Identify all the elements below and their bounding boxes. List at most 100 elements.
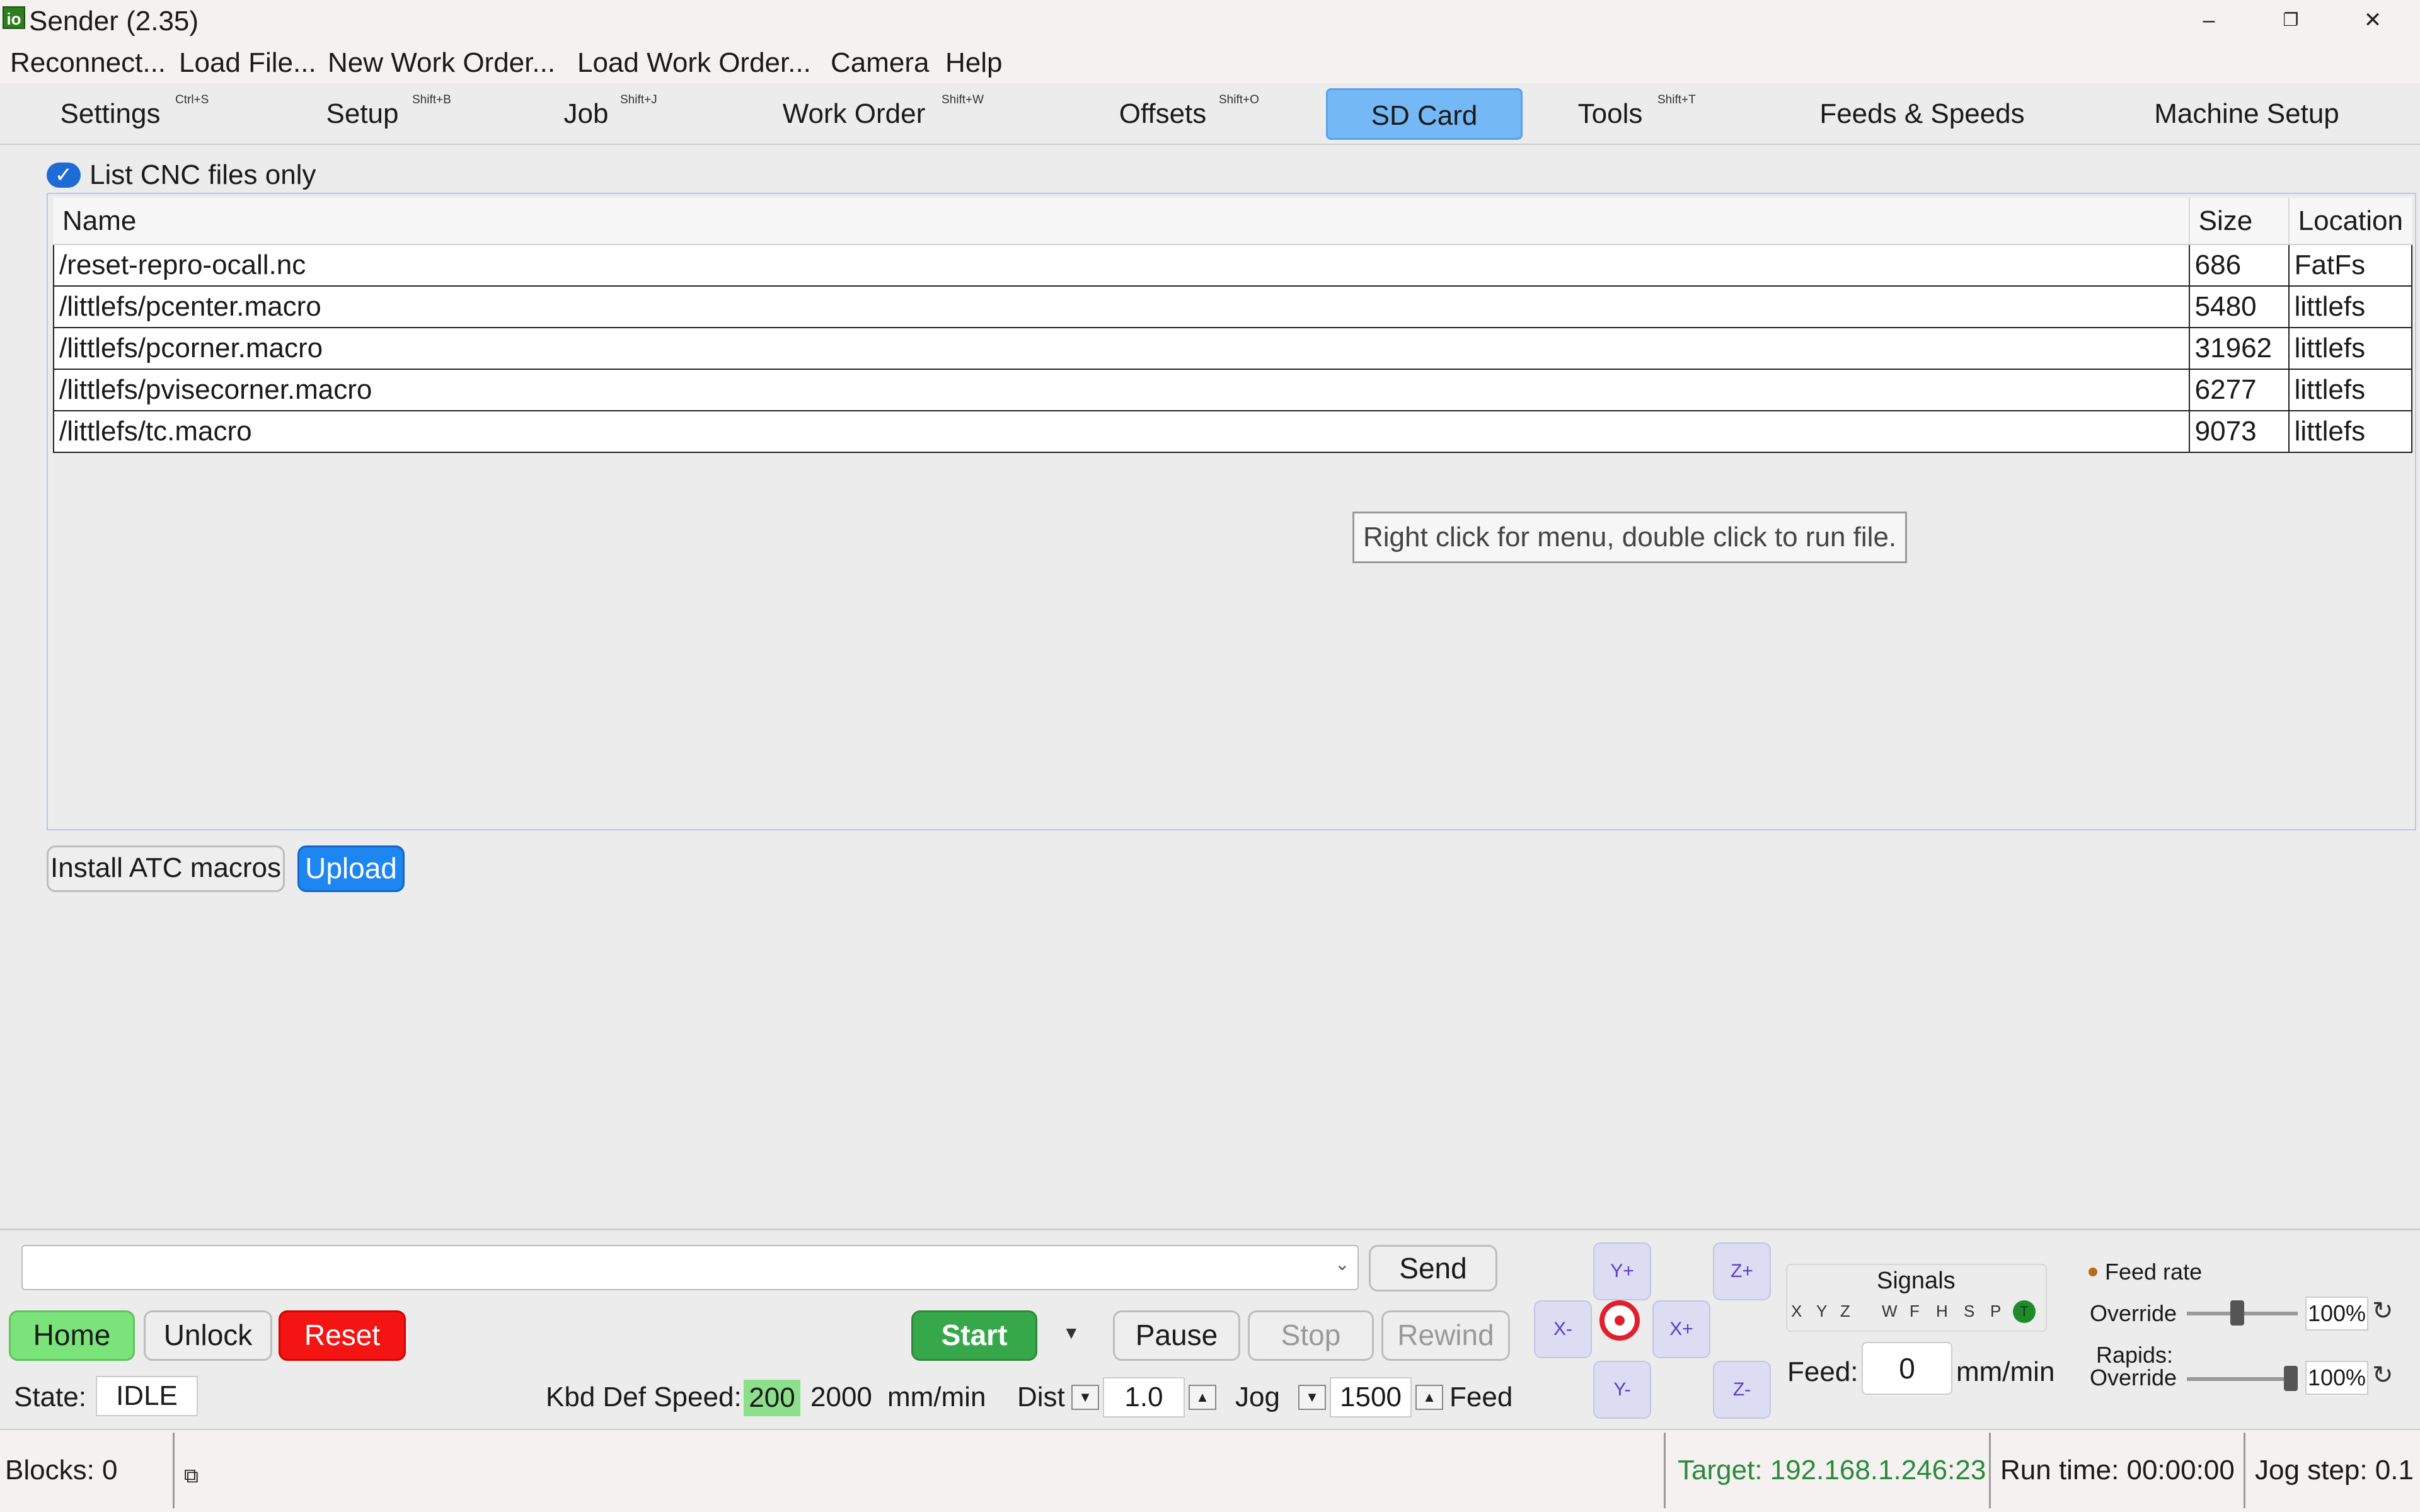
jog-x-minus-button[interactable]: X-	[1534, 1300, 1592, 1358]
window-title: Sender (2.35)	[29, 6, 199, 37]
menu-load-work-order[interactable]: Load Work Order...	[577, 45, 811, 81]
file-name[interactable]: /reset-repro-ocall.nc	[53, 244, 2190, 287]
list-cnc-files-checkbox[interactable]: ✓	[47, 163, 81, 188]
feed-override-label: Override	[2090, 1300, 2177, 1326]
tab-tools-shortcut: Shift+T	[1657, 93, 1696, 106]
upload-button[interactable]: Upload	[297, 845, 405, 892]
tab-offsets-shortcut: Shift+O	[1219, 93, 1259, 106]
jog-y-minus-button[interactable]: Y-	[1593, 1361, 1651, 1419]
menu-new-work-order[interactable]: New Work Order...	[328, 45, 555, 81]
jog-x-plus-button[interactable]: X+	[1652, 1300, 1710, 1358]
status-divider	[1664, 1433, 1666, 1508]
feed-override-slider-thumb[interactable]	[2230, 1300, 2245, 1326]
rapids-override-reset-icon[interactable]: ↻	[2372, 1361, 2394, 1390]
signal-s: S	[1964, 1302, 1975, 1320]
rewind-button[interactable]: Rewind	[1381, 1310, 1510, 1361]
unlock-button[interactable]: Unlock	[144, 1310, 272, 1361]
file-name[interactable]: /littlefs/tc.macro	[53, 410, 2190, 453]
tab-sd-card[interactable]: SD Card	[1326, 88, 1523, 140]
kbd-speed-label: Kbd Def Speed:	[546, 1382, 742, 1412]
stop-button[interactable]: Stop	[1248, 1310, 1374, 1361]
copy-icon[interactable]: ⧉	[184, 1458, 199, 1493]
feed-label: Feed	[1449, 1382, 1513, 1412]
tab-work-order[interactable]: Work Order	[769, 88, 939, 140]
file-name[interactable]: /littlefs/pcenter.macro	[53, 285, 2190, 328]
table-row[interactable]: /littlefs/tc.macro 9073 littlefs	[53, 410, 2413, 453]
jog-increment-icon[interactable]: ▲	[1415, 1385, 1443, 1410]
file-size: 9073	[2188, 410, 2290, 453]
signal-z: Z	[1840, 1302, 1850, 1320]
run-time-status: Run time: 00:00:00	[2000, 1455, 2235, 1486]
tab-settings-shortcut: Ctrl+S	[175, 93, 209, 106]
menu-camera[interactable]: Camera	[831, 45, 930, 81]
column-header-name[interactable]: Name	[54, 198, 2190, 245]
kbd-speed-value: 200	[744, 1380, 800, 1416]
feed-readout-label: Feed:	[1787, 1356, 1858, 1387]
signal-x: X	[1791, 1302, 1802, 1320]
rapids-override-value[interactable]: 100%	[2305, 1361, 2368, 1395]
column-header-location[interactable]: Location	[2288, 198, 2412, 245]
file-name[interactable]: /littlefs/pcorner.macro	[53, 327, 2190, 370]
close-button[interactable]: ✕	[2332, 0, 2414, 43]
rapids-override-slider[interactable]	[2187, 1377, 2298, 1381]
tab-setup-shortcut: Shift+B	[412, 93, 451, 106]
jog-speed-field[interactable]: 1500	[1330, 1377, 1412, 1418]
tab-job[interactable]: Job	[555, 88, 618, 140]
app-icon: io	[3, 6, 25, 29]
feed-readout-units: mm/min	[1956, 1356, 2055, 1387]
tab-feeds-speeds[interactable]: Feeds & Speeds	[1796, 88, 2048, 140]
chevron-down-icon[interactable]: ⌄	[1335, 1254, 1349, 1274]
minimize-button[interactable]: –	[2168, 0, 2250, 43]
status-divider	[173, 1433, 175, 1508]
kbd-speed-value-2: 2000	[810, 1382, 872, 1412]
feed-override-reset-icon[interactable]: ↻	[2372, 1297, 2394, 1326]
file-table: Name Size Location /reset-repro-ocall.nc…	[53, 198, 2413, 453]
jog-z-plus-button[interactable]: Z+	[1713, 1242, 1771, 1300]
tab-machine-setup[interactable]: Machine Setup	[2130, 88, 2363, 140]
tab-setup[interactable]: Setup	[309, 88, 416, 140]
table-row[interactable]: /littlefs/pcenter.macro 5480 littlefs	[53, 285, 2413, 328]
feed-rate-indicator-icon	[2089, 1268, 2097, 1276]
table-row[interactable]: /littlefs/pcorner.macro 31962 littlefs	[53, 327, 2413, 370]
pause-button[interactable]: Pause	[1113, 1310, 1240, 1361]
rapids-override-slider-thumb[interactable]	[2284, 1366, 2298, 1391]
menu-help[interactable]: Help	[945, 45, 1003, 81]
tab-settings[interactable]: Settings	[38, 88, 183, 140]
tab-work-order-shortcut: Shift+W	[942, 93, 984, 106]
file-name[interactable]: /littlefs/pvisecorner.macro	[53, 369, 2190, 411]
start-button[interactable]: Start	[911, 1310, 1037, 1361]
send-button[interactable]: Send	[1369, 1245, 1497, 1292]
command-input[interactable]	[21, 1245, 1359, 1290]
jog-label: Jog	[1235, 1382, 1280, 1412]
signal-p: P	[1990, 1302, 2002, 1320]
jog-target-dot	[1615, 1315, 1625, 1326]
dist-increment-icon[interactable]: ▲	[1189, 1385, 1216, 1410]
signal-h: H	[1936, 1302, 1948, 1320]
rapids-override-label: Override	[2090, 1365, 2177, 1390]
dist-decrement-icon[interactable]: ▼	[1071, 1385, 1099, 1410]
target-status: Target: 192.168.1.246:23	[1678, 1455, 1986, 1486]
restore-button[interactable]: ❐	[2250, 0, 2332, 43]
menu-reconnect[interactable]: Reconnect...	[10, 45, 166, 81]
table-row[interactable]: /reset-repro-ocall.nc 686 FatFs	[53, 244, 2413, 287]
menu-load-file[interactable]: Load File...	[179, 45, 316, 81]
reset-button[interactable]: Reset	[279, 1310, 406, 1361]
file-size: 5480	[2188, 285, 2290, 328]
file-size: 6277	[2188, 369, 2290, 411]
tab-offsets[interactable]: Offsets	[1103, 88, 1223, 140]
dist-label: Dist	[1017, 1382, 1065, 1412]
kbd-speed-units: mm/min	[887, 1382, 986, 1412]
install-atc-macros-button[interactable]: Install ATC macros	[47, 845, 285, 892]
jog-y-plus-button[interactable]: Y+	[1593, 1242, 1651, 1300]
start-options-dropdown-icon[interactable]: ▼	[1063, 1323, 1080, 1343]
list-cnc-files-label: List CNC files only	[89, 159, 316, 190]
dist-field[interactable]: 1.0	[1103, 1377, 1185, 1418]
home-button[interactable]: Home	[9, 1310, 135, 1361]
jog-decrement-icon[interactable]: ▼	[1298, 1385, 1326, 1410]
tab-tools[interactable]: Tools	[1563, 88, 1657, 140]
feed-override-value[interactable]: 100%	[2305, 1297, 2368, 1331]
file-location: FatFs	[2288, 244, 2413, 287]
column-header-size[interactable]: Size	[2189, 198, 2290, 245]
jog-z-minus-button[interactable]: Z-	[1713, 1361, 1771, 1419]
table-row[interactable]: /littlefs/pvisecorner.macro 6277 littlef…	[53, 369, 2413, 411]
